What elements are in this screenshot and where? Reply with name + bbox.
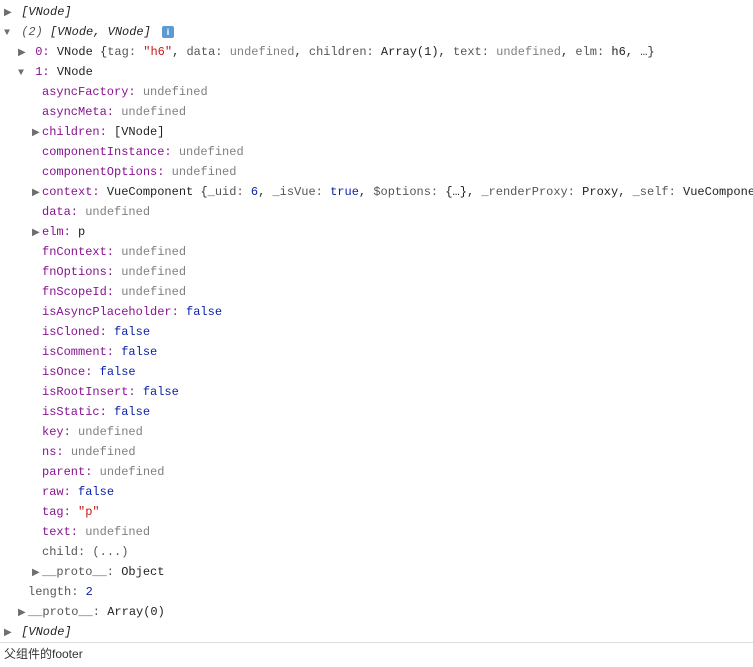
expand-arrow-icon[interactable]: ▶ [4,6,14,21]
prop-proto[interactable]: ▶__proto__: Object [0,562,753,582]
prop-fnContext[interactable]: fnContext: undefined [0,242,753,262]
index-label: 1: [35,65,49,79]
prop-context[interactable]: ▶context: VueComponent {_uid: 6, _isVue:… [0,182,753,202]
array-header[interactable]: ▼ (2) [VNode, VNode] i [0,22,753,42]
prop-child[interactable]: child: (...) [0,542,753,562]
prop-key[interactable]: key: undefined [0,422,753,442]
expand-arrow-icon[interactable]: ▶ [32,566,42,581]
array-proto[interactable]: ▶__proto__: Array(0) [0,602,753,622]
prop-isAsyncPlaceholder[interactable]: isAsyncPlaceholder: false [0,302,753,322]
prop-parent[interactable]: parent: undefined [0,462,753,482]
prop-isRootInsert[interactable]: isRootInsert: false [0,382,753,402]
collapse-arrow-icon[interactable]: ▼ [18,66,28,81]
prop-isComment[interactable]: isComment: false [0,342,753,362]
prop-children[interactable]: ▶children: [VNode] [0,122,753,142]
collapse-arrow-icon[interactable]: ▼ [4,26,14,41]
vnode-type: VNode [57,65,93,79]
prop-data[interactable]: data: undefined [0,202,753,222]
array-count: (2) [21,25,43,39]
prop-raw[interactable]: raw: false [0,482,753,502]
prop-ns[interactable]: ns: undefined [0,442,753,462]
vnode-label: [VNode] [21,5,71,19]
expand-arrow-icon[interactable]: ▶ [32,126,42,141]
vnode-label: [VNode] [21,625,71,639]
prop-tag[interactable]: tag: "p" [0,502,753,522]
expand-arrow-icon[interactable]: ▶ [18,606,28,621]
prop-asyncFactory[interactable]: asyncFactory: undefined [0,82,753,102]
vnode-collapsed-top[interactable]: ▶ [VNode] [0,2,753,22]
expand-arrow-icon[interactable]: ▶ [32,186,42,201]
vnode-type: VNode [57,45,93,59]
expand-arrow-icon[interactable]: ▶ [18,46,28,61]
prop-asyncMeta[interactable]: asyncMeta: undefined [0,102,753,122]
expand-arrow-icon[interactable]: ▶ [32,226,42,241]
vnode-collapsed-bottom[interactable]: ▶ [VNode] [0,622,753,642]
prop-isOnce[interactable]: isOnce: false [0,362,753,382]
array-item-1[interactable]: ▼ 1: VNode [0,62,753,82]
array-item-0[interactable]: ▶ 0: VNode {tag: "h6", data: undefined, … [0,42,753,62]
prop-text[interactable]: text: undefined [0,522,753,542]
prop-elm[interactable]: ▶elm: p [0,222,753,242]
prop-fnOptions[interactable]: fnOptions: undefined [0,262,753,282]
prop-componentInstance[interactable]: componentInstance: undefined [0,142,753,162]
expand-arrow-icon[interactable]: ▶ [4,626,14,641]
info-icon[interactable]: i [162,26,174,38]
prop-componentOptions[interactable]: componentOptions: undefined [0,162,753,182]
index-label: 0: [35,45,49,59]
prop-fnScopeId[interactable]: fnScopeId: undefined [0,282,753,302]
array-length[interactable]: length: 2 [0,582,753,602]
prop-isStatic[interactable]: isStatic: false [0,402,753,422]
prop-isCloned[interactable]: isCloned: false [0,322,753,342]
footer-text: 父组件的footer [0,642,753,665]
array-types: [VNode, VNode] [50,25,151,39]
